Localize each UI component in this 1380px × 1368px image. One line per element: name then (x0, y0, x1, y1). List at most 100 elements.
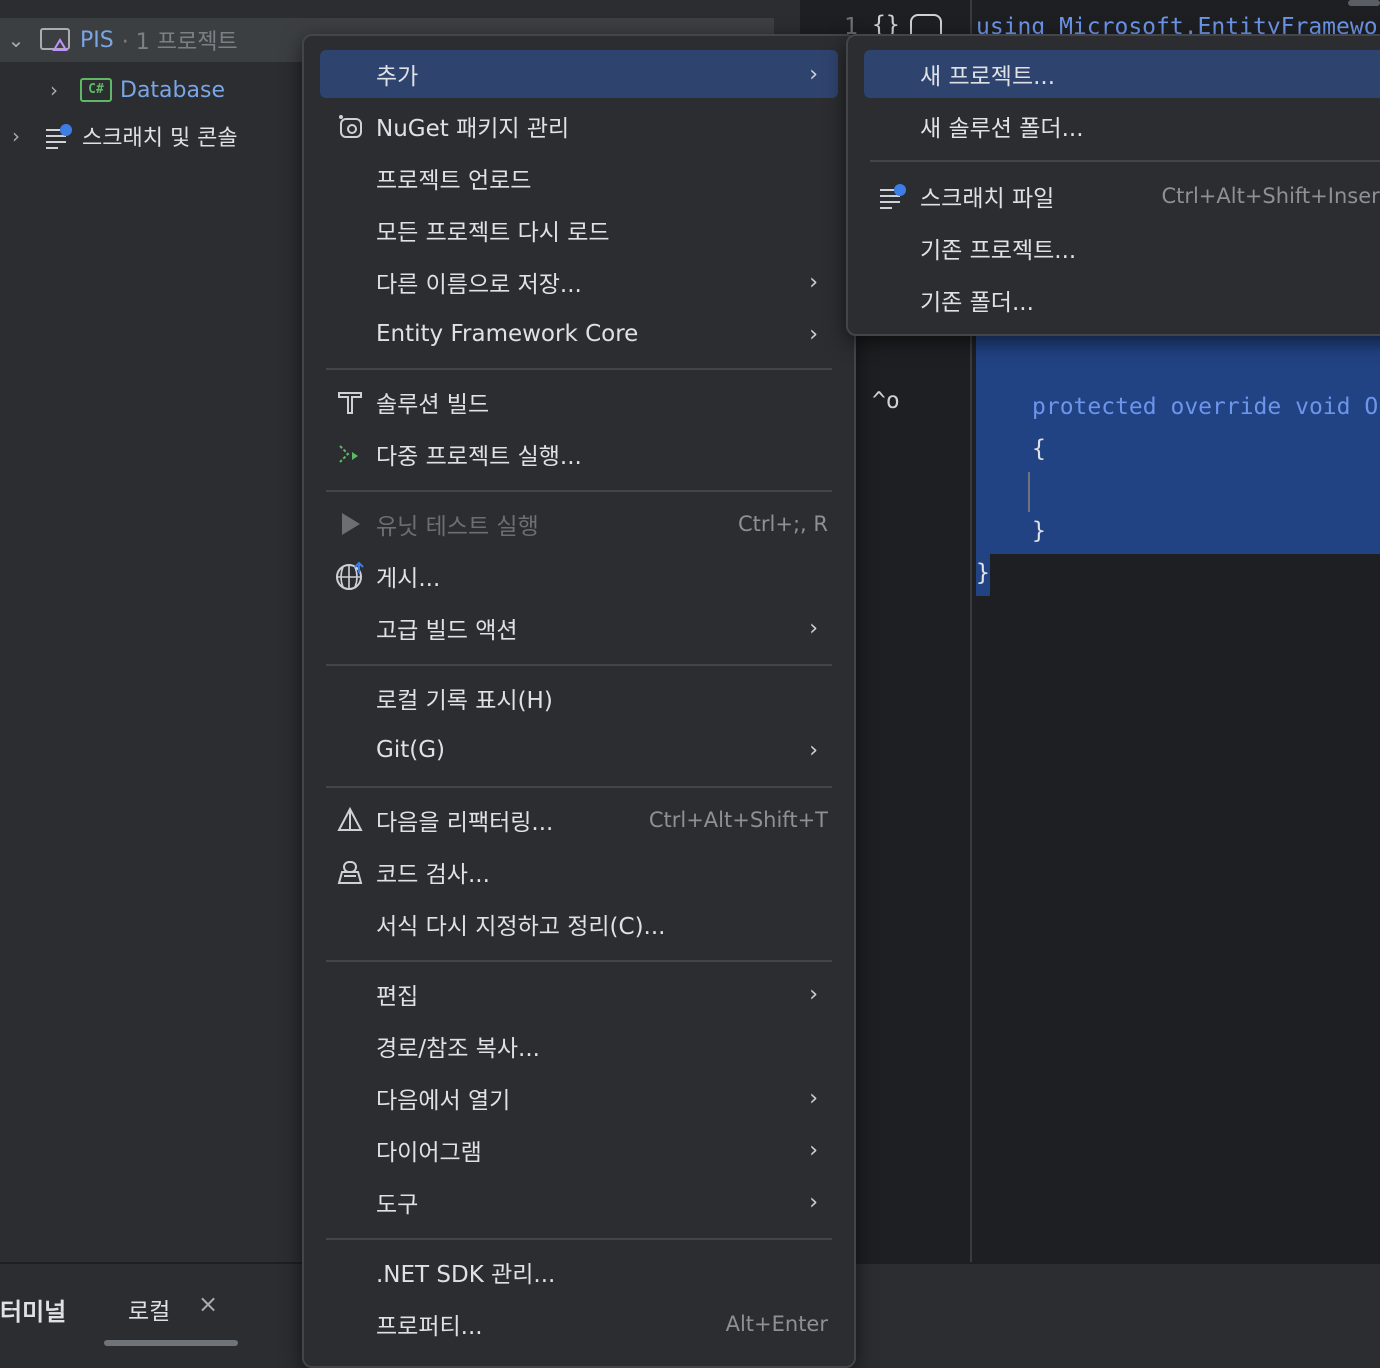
scratches-row[interactable]: › 스크래치 및 콘솔 (2, 114, 238, 158)
submenu-item-4[interactable]: 기존 프로젝트... (864, 224, 1380, 272)
menu-item-14[interactable]: 다음을 리팩터링... Ctrl+Alt+Shift+T (320, 796, 838, 844)
chevron-right-icon: › (809, 981, 818, 1007)
menu-item-label: 다음에서 열기 (376, 1088, 511, 1114)
chevron-right-icon[interactable]: › (40, 78, 68, 102)
chevron-right-icon: › (809, 1189, 818, 1215)
context-menu: 추가 › NuGet 패키지 관리프로젝트 언로드모든 프로젝트 다시 로드다른 이… (302, 34, 856, 1368)
menu-item-label: 다중 프로젝트 실행... (376, 444, 582, 470)
chevron-right-icon: › (809, 269, 818, 295)
add-submenu: 새 프로젝트... 새 솔루션 폴더... 스크래치 파일 Ctrl+Alt+Shif… (846, 34, 1380, 336)
scrollbar-thumb[interactable] (1348, 0, 1380, 6)
menu-item-label: 솔루션 빌드 (376, 392, 490, 418)
menu-item-label: 편집 (376, 984, 419, 1010)
hammer-icon (334, 386, 366, 418)
chevron-right-icon: › (809, 615, 818, 641)
menu-item-20[interactable]: 다이어그램 › (320, 1126, 838, 1174)
chevron-right-icon[interactable]: › (2, 124, 30, 148)
menu-item-label: NuGet 패키지 관리 (376, 116, 570, 142)
project-name: Database (120, 77, 225, 103)
tab-underline (104, 1340, 238, 1346)
code-open-brace: { (1032, 436, 1046, 462)
menu-item-15[interactable]: 코드 검사... (320, 848, 838, 896)
menu-item-22[interactable]: .NET SDK 관리... (320, 1248, 838, 1296)
menu-item-9: 유닛 테스트 실행 Ctrl+;, R (320, 500, 838, 548)
menu-item-label: Git(G) (376, 737, 445, 763)
submenu-item-1[interactable]: 새 프로젝트... (864, 50, 1380, 98)
override-icon[interactable]: ^o (872, 388, 900, 414)
menu-item-label: 로컬 기록 표시(H) (376, 688, 553, 714)
submenu-item-label: 새 솔루션 폴더... (920, 116, 1084, 142)
menu-item-5[interactable]: 다른 이름으로 저장... › (320, 258, 838, 306)
menu-item-12[interactable]: 로컬 기록 표시(H) (320, 674, 838, 722)
menu-item-19[interactable]: 다음에서 열기 › (320, 1074, 838, 1122)
menu-item-label: 추가 (376, 64, 419, 90)
menu-item-label: 모든 프로젝트 다시 로드 (376, 220, 610, 246)
csharp-icon: C# (80, 78, 112, 102)
menu-item-label: 도구 (376, 1192, 419, 1218)
refactor-icon (334, 804, 366, 836)
menu-item-7[interactable]: 솔루션 빌드 (320, 378, 838, 426)
menu-item-label: 다음을 리팩터링... (376, 810, 554, 836)
submenu-item-label: 기존 폴더... (920, 290, 1034, 316)
menu-item-18[interactable]: 경로/참조 복사... (320, 1022, 838, 1070)
menu-item-label: 경로/참조 복사... (376, 1036, 540, 1062)
menu-item-label: 서식 다시 지정하고 정리(C)... (376, 914, 666, 940)
menu-item-21[interactable]: 도구 › (320, 1178, 838, 1226)
menu-item-16[interactable]: 서식 다시 지정하고 정리(C)... (320, 900, 838, 948)
submenu-separator (870, 160, 1380, 162)
scratch-icon (44, 122, 76, 150)
terminal-title: 터미널 (0, 1298, 67, 1326)
chevron-right-icon: › (809, 737, 818, 763)
multi-run-icon (334, 438, 366, 470)
chevron-right-icon: › (809, 321, 818, 347)
menu-item-label: 코드 검사... (376, 862, 490, 888)
menu-separator (326, 1238, 832, 1240)
shortcut-label: Alt+Enter (725, 1312, 828, 1336)
chevron-right-icon: › (809, 1137, 818, 1163)
menu-item-4[interactable]: 모든 프로젝트 다시 로드 (320, 206, 838, 254)
menu-item-11[interactable]: 고급 빌드 액션 › (320, 604, 838, 652)
menu-item-13[interactable]: Git(G) › (320, 726, 838, 774)
project-row-database[interactable]: › C# Database (40, 68, 225, 112)
menu-item-2[interactable]: NuGet 패키지 관리 (320, 102, 838, 150)
scratches-label: 스크래치 및 콘솔 (82, 126, 238, 151)
menu-item-23[interactable]: 프로퍼티... Alt+Enter (320, 1300, 838, 1348)
code-close-brace: } (1032, 518, 1046, 544)
play-icon (334, 508, 366, 540)
scratch-file-icon (878, 180, 910, 212)
menu-item-17[interactable]: 편집 › (320, 970, 838, 1018)
menu-item-label: 유닛 테스트 실행 (376, 514, 539, 540)
code-outer-close-brace: } (976, 560, 990, 586)
globe-publish-icon (334, 560, 366, 592)
code-method-signature: protected override void O (1032, 394, 1379, 420)
menu-item-8[interactable]: 다중 프로젝트 실행... (320, 430, 838, 478)
close-tab-icon[interactable]: × (198, 1290, 218, 1318)
menu-separator (326, 960, 832, 962)
inspect-icon (334, 856, 366, 888)
menu-item-1[interactable]: 추가 › (320, 50, 838, 98)
chevron-right-icon: › (809, 61, 818, 87)
menu-separator (326, 490, 832, 492)
chevron-right-icon: › (809, 1085, 818, 1111)
menu-item-label: 다른 이름으로 저장... (376, 272, 582, 298)
menu-item-6[interactable]: Entity Framework Core › (320, 310, 838, 358)
solution-icon (40, 26, 74, 54)
menu-item-label: 프로퍼티... (376, 1314, 483, 1340)
submenu-item-2[interactable]: 새 솔루션 폴더... (864, 102, 1380, 150)
menu-item-10[interactable]: 게시... (320, 552, 838, 600)
menu-item-3[interactable]: 프로젝트 언로드 (320, 154, 838, 202)
menu-item-label: 프로젝트 언로드 (376, 168, 532, 194)
menu-separator (326, 368, 832, 370)
solution-meta: · 1 프로젝트 (121, 30, 238, 55)
submenu-item-label: 기존 프로젝트... (920, 238, 1077, 264)
chevron-down-icon[interactable]: ⌄ (2, 28, 30, 52)
submenu-item-3[interactable]: 스크래치 파일 Ctrl+Alt+Shift+Insert (864, 172, 1380, 220)
caret (1028, 472, 1030, 512)
submenu-item-5[interactable]: 기존 폴더... (864, 276, 1380, 324)
menu-separator (326, 786, 832, 788)
menu-item-label: 다이어그램 (376, 1140, 482, 1166)
tab-local[interactable]: 로컬 (128, 1292, 170, 1326)
submenu-item-label: 스크래치 파일 (920, 186, 1055, 212)
shortcut-label: Ctrl+;, R (738, 512, 828, 536)
menu-item-label: 고급 빌드 액션 (376, 618, 518, 644)
